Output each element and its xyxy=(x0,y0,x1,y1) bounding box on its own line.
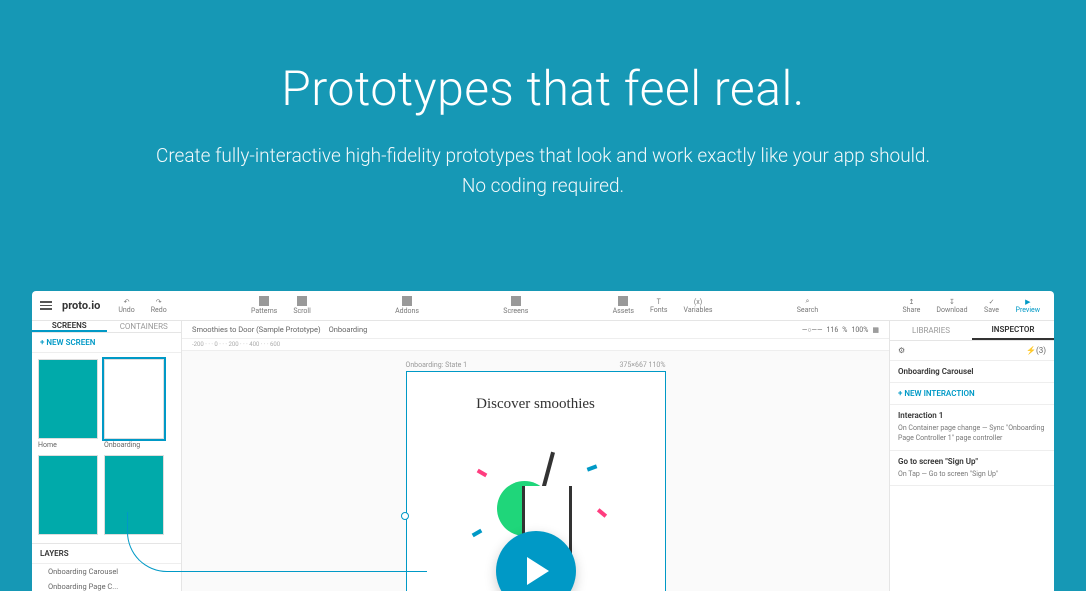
screen-thumb[interactable]: Onboarding xyxy=(104,359,164,449)
interaction-item[interactable]: Interaction 1 On Container page change —… xyxy=(890,405,1054,451)
tab-libraries[interactable]: LIBRARIES xyxy=(890,321,972,340)
new-screen-button[interactable]: + NEW SCREEN xyxy=(32,333,181,353)
hero-title: Prototypes that feel real. xyxy=(0,60,1086,117)
preview-icon: ▶ xyxy=(1025,298,1030,306)
ruler: -200 · · · 0 · · · 200 · · · 400 · · · 6… xyxy=(182,339,889,351)
editor-window: proto.io ↶Undo ↷Redo Patterns Scroll Add… xyxy=(32,291,1054,591)
save-button[interactable]: ✓Save xyxy=(978,296,1006,316)
link-node[interactable] xyxy=(401,512,409,520)
scroll-button[interactable]: Scroll xyxy=(287,294,317,317)
interactions-count: (3) xyxy=(1036,346,1046,355)
screens-icon xyxy=(511,296,521,306)
layer-row[interactable]: Onboarding Page C... xyxy=(32,579,181,591)
right-panel: LIBRARIES INSPECTOR ⚙ ⚡(3) Onboarding Ca… xyxy=(889,321,1054,591)
hero-subtitle-2: No coding required. xyxy=(0,171,1086,201)
props-icon[interactable]: ⚙ xyxy=(898,346,905,355)
search-icon: ⌕ xyxy=(806,297,810,306)
redo-button[interactable]: ↷Redo xyxy=(145,296,173,316)
addons-button[interactable]: Addons xyxy=(389,294,425,317)
assets-icon xyxy=(618,296,628,306)
patterns-icon xyxy=(259,296,269,306)
interaction-item[interactable]: Go to screen "Sign Up" On Tap — Go to sc… xyxy=(890,451,1054,487)
bolt-icon: ⚡ xyxy=(1026,346,1036,355)
fonts-icon: T xyxy=(657,298,661,306)
interaction-link xyxy=(127,512,427,572)
tab-screens[interactable]: SCREENS xyxy=(32,321,107,332)
screen-thumb[interactable]: Home xyxy=(38,359,98,449)
patterns-button[interactable]: Patterns xyxy=(245,294,283,317)
fonts-button[interactable]: TFonts xyxy=(644,296,674,316)
breadcrumb-project[interactable]: Smoothies to Door (Sample Prototype) xyxy=(192,325,321,334)
download-button[interactable]: ↧Download xyxy=(930,296,973,316)
scroll-icon xyxy=(297,296,307,306)
selected-element: Onboarding Carousel xyxy=(890,361,1054,383)
screen-thumb[interactable] xyxy=(38,455,98,537)
share-icon: ↥ xyxy=(909,298,915,306)
menu-icon[interactable] xyxy=(40,301,52,310)
breadcrumb: Smoothies to Door (Sample Prototype) Onb… xyxy=(182,321,889,339)
variables-icon: (x) xyxy=(694,298,702,306)
save-icon: ✓ xyxy=(989,298,995,306)
artboard-title: Discover smoothies xyxy=(407,372,665,421)
variables-button[interactable]: (x)Variables xyxy=(678,296,719,316)
artboard-dims: 375×667 110% xyxy=(619,361,665,369)
redo-icon: ↷ xyxy=(156,298,162,306)
addons-icon xyxy=(402,296,412,306)
new-interaction-button[interactable]: + NEW INTERACTION xyxy=(890,383,1054,405)
assets-button[interactable]: Assets xyxy=(607,294,640,317)
tab-inspector[interactable]: INSPECTOR xyxy=(972,321,1054,340)
undo-icon: ↶ xyxy=(124,298,130,306)
grid-icon[interactable]: ▦ xyxy=(872,326,879,334)
search-button[interactable]: ⌕Search xyxy=(791,295,825,316)
top-toolbar: proto.io ↶Undo ↷Redo Patterns Scroll Add… xyxy=(32,291,1054,321)
canvas[interactable]: Smoothies to Door (Sample Prototype) Onb… xyxy=(182,321,889,591)
brand-logo: proto.io xyxy=(62,299,100,312)
breadcrumb-screen[interactable]: Onboarding xyxy=(329,325,368,334)
tab-containers[interactable]: CONTAINERS xyxy=(107,321,182,332)
zoom-controls[interactable]: —○—— 116% 100% ▦ xyxy=(802,321,879,339)
preview-button[interactable]: ▶Preview xyxy=(1010,296,1046,316)
artboard-state-label: Onboarding: State 1 xyxy=(406,361,468,369)
undo-button[interactable]: ↶Undo xyxy=(112,296,140,316)
download-icon: ↧ xyxy=(949,298,955,306)
share-button[interactable]: ↥Share xyxy=(897,296,927,316)
hero-subtitle-1: Create fully-interactive high-fidelity p… xyxy=(0,141,1086,171)
screens-button[interactable]: Screens xyxy=(497,294,534,317)
